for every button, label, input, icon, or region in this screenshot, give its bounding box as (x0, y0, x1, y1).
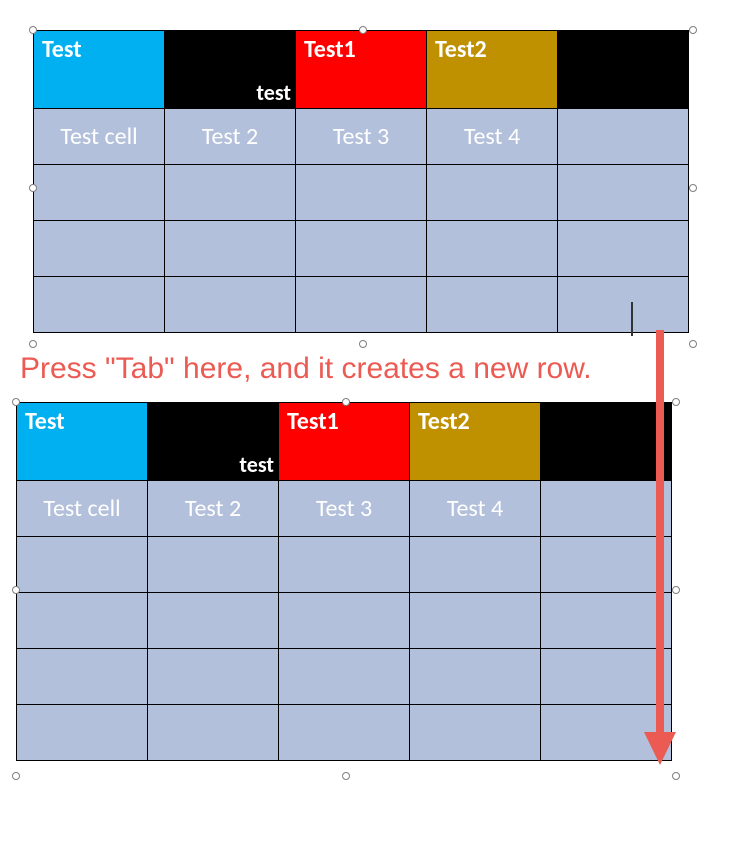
arrow-down-icon (0, 0, 733, 867)
